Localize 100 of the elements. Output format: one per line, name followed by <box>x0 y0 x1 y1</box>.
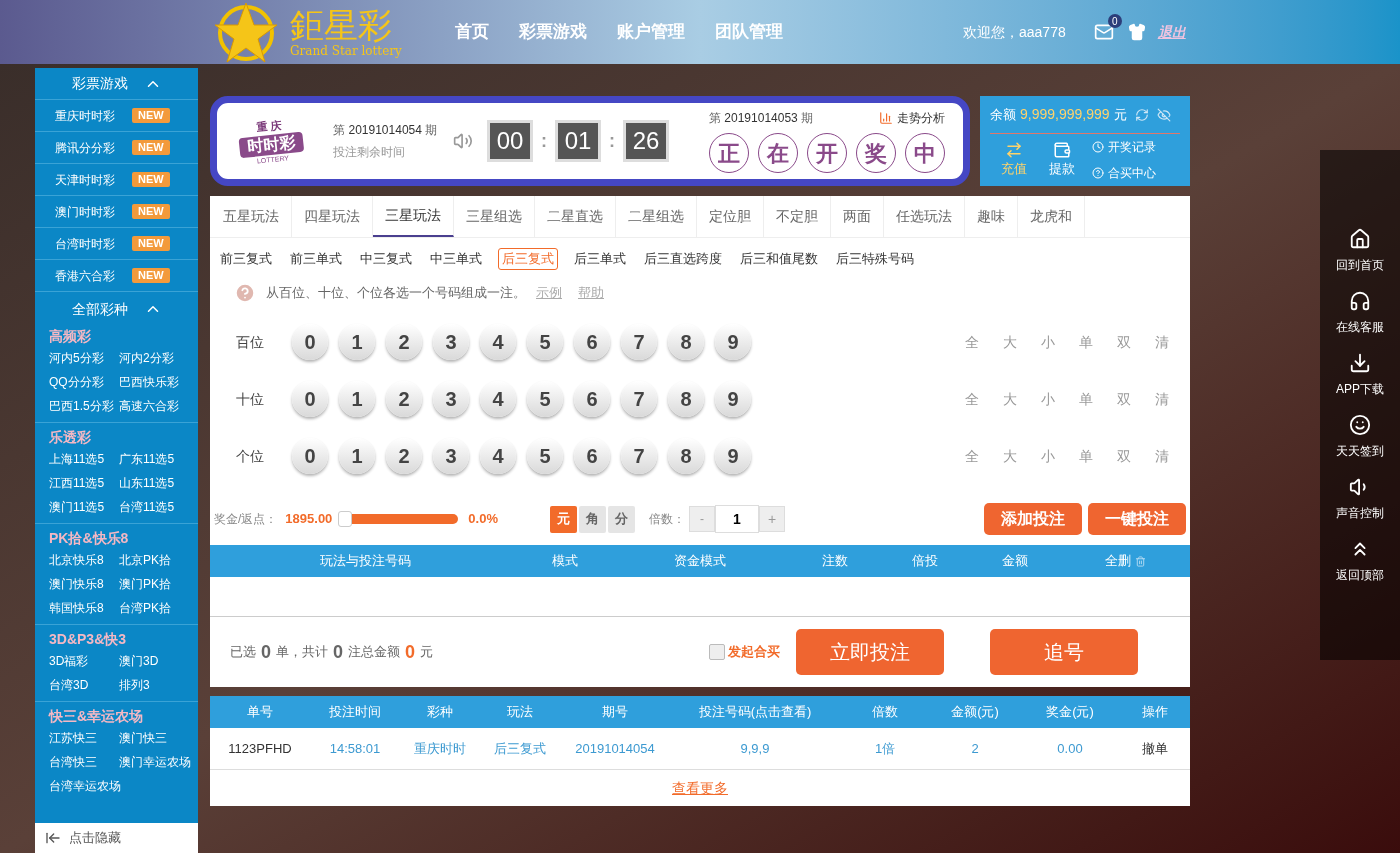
lottery-link[interactable]: 台湾幸运农场 <box>49 774 119 798</box>
hide-sidebar-button[interactable]: 点击隐藏 <box>35 823 198 853</box>
unit-button[interactable]: 角 <box>579 505 606 533</box>
quick-select-button[interactable]: 双 <box>1115 331 1132 353</box>
quick-select-button[interactable]: 小 <box>1039 331 1056 353</box>
nav-link[interactable]: 首页 <box>455 19 489 45</box>
quick-select-button[interactable]: 全 <box>963 388 980 410</box>
play-tab[interactable]: 两面 <box>831 196 884 237</box>
play-tab[interactable]: 二星直选 <box>535 196 616 237</box>
sub-tab[interactable]: 后三复式 <box>498 248 558 270</box>
lottery-link[interactable]: 台湾PK拾 <box>119 596 196 620</box>
toolbar-button[interactable]: 返回顶部 <box>1320 530 1400 592</box>
lottery-link[interactable]: 广东11选5 <box>119 447 196 471</box>
sub-tab[interactable]: 后三特殊号码 <box>834 248 916 270</box>
trend-link[interactable]: 走势分析 <box>897 109 945 127</box>
lottery-link[interactable]: 山东11选5 <box>119 471 196 495</box>
mail-icon[interactable] <box>1093 22 1114 42</box>
sidebar-item[interactable]: 重庆时时彩 NEW <box>35 100 198 132</box>
quick-select-button[interactable]: 全 <box>963 331 980 353</box>
lottery-link[interactable]: 高速六合彩 <box>119 394 196 418</box>
lottery-link[interactable]: 澳门11选5 <box>49 495 119 519</box>
lottery-link[interactable]: 澳门幸运农场 <box>119 750 196 774</box>
lottery-link[interactable]: 上海11选5 <box>49 447 119 471</box>
quick-select-button[interactable]: 清 <box>1153 388 1170 410</box>
lottery-link[interactable]: 巴西1.5分彩 <box>49 394 119 418</box>
toolbar-button[interactable]: 在线客服 <box>1320 282 1400 344</box>
quick-select-button[interactable]: 双 <box>1115 445 1132 467</box>
lottery-link[interactable]: 台湾11选5 <box>119 495 196 519</box>
sub-tab[interactable]: 前三单式 <box>288 248 344 270</box>
refresh-icon[interactable] <box>1134 107 1149 122</box>
joint-checkbox[interactable] <box>709 644 725 660</box>
unit-button[interactable]: 分 <box>608 505 635 533</box>
sidebar-item[interactable]: 台湾时时彩 NEW <box>35 228 198 260</box>
view-more-link[interactable]: 查看更多 <box>672 777 728 799</box>
lottery-link[interactable]: 台湾快三 <box>49 750 119 774</box>
lottery-link[interactable]: 江西11选5 <box>49 471 119 495</box>
lottery-link[interactable]: 韩国快乐8 <box>49 596 119 620</box>
quick-select-button[interactable]: 大 <box>1001 388 1018 410</box>
lottery-link[interactable]: 澳门3D <box>119 649 196 673</box>
quick-select-button[interactable]: 小 <box>1039 388 1056 410</box>
lottery-link[interactable]: 澳门快三 <box>119 726 196 750</box>
play-tab[interactable]: 定位胆 <box>697 196 764 237</box>
sub-tab[interactable]: 前三复式 <box>218 248 274 270</box>
sidebar-item[interactable]: 香港六合彩 NEW <box>35 260 198 292</box>
play-tab[interactable]: 趣味 <box>965 196 1018 237</box>
bar-chart-icon[interactable] <box>879 111 893 125</box>
lottery-link[interactable]: 台湾3D <box>49 673 119 697</box>
quick-select-button[interactable]: 单 <box>1077 331 1094 353</box>
sub-tab[interactable]: 后三和值尾数 <box>738 248 820 270</box>
account-action-button[interactable]: 提款 <box>1038 141 1086 179</box>
play-tab[interactable]: 三星玩法 <box>373 196 454 237</box>
slider-thumb[interactable] <box>338 511 353 527</box>
lottery-link[interactable]: 巴西快乐彩 <box>119 370 196 394</box>
play-tab[interactable]: 任选玩法 <box>884 196 965 237</box>
lottery-link[interactable]: 河内5分彩 <box>49 346 119 370</box>
play-tab[interactable]: 四星玩法 <box>292 196 373 237</box>
sub-tab[interactable]: 中三单式 <box>428 248 484 270</box>
toolbar-button[interactable]: 天天签到 <box>1320 406 1400 468</box>
toolbar-button[interactable]: 回到首页 <box>1320 220 1400 282</box>
lottery-link[interactable]: 澳门快乐8 <box>49 572 119 596</box>
sidebar-item[interactable]: 腾讯分分彩 NEW <box>35 132 198 164</box>
quick-select-button[interactable]: 单 <box>1077 388 1094 410</box>
play-tab[interactable]: 龙虎和 <box>1018 196 1085 237</box>
lottery-link[interactable]: 北京PK拾 <box>119 548 196 572</box>
play-tab[interactable]: 三星组选 <box>454 196 535 237</box>
submit-bet-button[interactable]: 立即投注 <box>796 629 944 675</box>
multiplier-input[interactable]: 1 <box>715 505 759 533</box>
sub-tab[interactable]: 后三单式 <box>572 248 628 270</box>
bet-button[interactable]: 添加投注 <box>984 503 1082 535</box>
play-tab[interactable]: 不定胆 <box>764 196 831 237</box>
chase-number-button[interactable]: 追号 <box>990 629 1138 675</box>
example-link[interactable]: 示例 <box>536 283 562 303</box>
table-cell[interactable]: 撤单 <box>1120 738 1190 759</box>
quick-select-button[interactable]: 小 <box>1039 445 1056 467</box>
trash-icon[interactable] <box>1134 555 1146 567</box>
rebate-slider[interactable] <box>338 510 459 528</box>
play-tab[interactable]: 五星玩法 <box>211 196 292 237</box>
lottery-link[interactable]: QQ分分彩 <box>49 370 119 394</box>
quick-select-button[interactable]: 清 <box>1153 445 1170 467</box>
quick-select-button[interactable]: 大 <box>1001 445 1018 467</box>
account-action-button[interactable]: 充值 <box>990 141 1038 179</box>
account-link[interactable]: 合买中心 <box>1108 164 1156 182</box>
unit-button[interactable]: 元 <box>550 505 577 533</box>
lottery-link[interactable]: 澳门PK拾 <box>119 572 196 596</box>
quick-select-button[interactable]: 全 <box>963 445 980 467</box>
sub-tab[interactable]: 中三复式 <box>358 248 414 270</box>
lottery-link[interactable]: 北京快乐8 <box>49 548 119 572</box>
sidebar-item[interactable]: 澳门时时彩 NEW <box>35 196 198 228</box>
shirt-icon[interactable] <box>1127 23 1146 41</box>
quick-select-button[interactable]: 大 <box>1001 331 1018 353</box>
quick-select-button[interactable]: 单 <box>1077 445 1094 467</box>
quick-select-button[interactable]: 双 <box>1115 388 1132 410</box>
toolbar-button[interactable]: 声音控制 <box>1320 468 1400 530</box>
lottery-link[interactable]: 江苏快三 <box>49 726 119 750</box>
lottery-link[interactable]: 排列3 <box>119 673 196 697</box>
help-link[interactable]: 帮助 <box>578 283 604 303</box>
lottery-link[interactable]: 河内2分彩 <box>119 346 196 370</box>
plus-button[interactable]: + <box>759 506 785 532</box>
play-tab[interactable]: 二星组选 <box>616 196 697 237</box>
account-link[interactable]: 开奖记录 <box>1108 138 1156 156</box>
